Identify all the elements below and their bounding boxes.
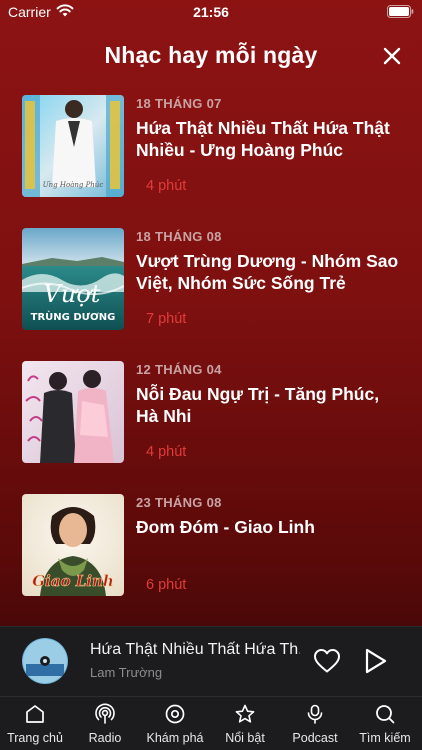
song-item[interactable]: Vượt TRÙNG DƯƠNG 18 THÁNG 08 Vượt Trùng … xyxy=(0,225,422,331)
tab-podcast[interactable]: Podcast xyxy=(280,703,350,749)
tab-label: Radio xyxy=(88,731,122,745)
song-artwork: Vượt TRÙNG DƯƠNG xyxy=(22,228,124,330)
song-duration: 6 phút xyxy=(146,577,187,593)
play-icon[interactable] xyxy=(362,647,388,675)
artwork-subtitle-text: TRÙNG DƯƠNG xyxy=(31,310,116,323)
tab-noi-bat[interactable]: Nổi bật xyxy=(210,703,280,749)
artwork-text: Ưng Hoàng Phúc xyxy=(43,181,104,189)
search-icon xyxy=(376,705,395,724)
podcast-icon xyxy=(307,704,323,724)
song-date: 18 THÁNG 08 xyxy=(136,229,222,244)
tab-kham-pha[interactable]: Khám phá xyxy=(140,703,210,749)
song-artwork: Giao Linh xyxy=(22,494,124,596)
status-time: 21:56 xyxy=(193,4,229,20)
song-date: 18 THÁNG 07 xyxy=(136,96,222,111)
song-date: 23 THÁNG 08 xyxy=(136,495,222,510)
song-title: Hứa Thật Nhiều Thất Hứa Thật Nhiều - Ưng… xyxy=(136,118,390,160)
now-playing-artist: Lam Trường xyxy=(90,665,163,680)
tab-tim-kiem[interactable]: Tìm kiếm xyxy=(350,703,420,749)
compass-icon xyxy=(165,704,185,724)
song-title: Nỗi Đau Ngự Trị - Tăng Phúc, Hà Nhi xyxy=(136,384,380,426)
song-duration: 4 phút xyxy=(146,178,187,194)
song-item[interactable]: Giao Linh 23 THÁNG 08 Đom Đóm - Giao Lin… xyxy=(0,491,422,597)
status-bar: Carrier 21:56 xyxy=(0,0,422,26)
tab-radio[interactable]: Radio xyxy=(70,703,140,749)
heart-icon[interactable] xyxy=(313,648,341,674)
battery-icon xyxy=(387,5,414,18)
home-icon xyxy=(26,705,44,723)
artwork-text: Giao Linh xyxy=(32,572,114,590)
star-icon xyxy=(235,704,255,723)
song-duration: 7 phút xyxy=(146,311,187,327)
close-icon[interactable] xyxy=(380,44,404,68)
page-title: Nhạc hay mỗi ngày xyxy=(104,42,318,68)
tab-label: Tìm kiếm xyxy=(359,731,411,745)
song-artwork xyxy=(22,361,124,463)
tab-label: Podcast xyxy=(292,731,338,745)
screen: Carrier 21:56 Nhạc hay mỗi ngày Ưng Hoàn… xyxy=(0,0,422,750)
tab-bar: Trang chủ Radio Khám phá Nổi bật Podcast… xyxy=(0,696,422,750)
tab-label: Nổi bật xyxy=(225,731,265,745)
song-duration: 4 phút xyxy=(146,444,187,460)
now-playing-title: Hứa Thật Nhiều Thất Hứa Th... xyxy=(90,641,300,658)
artwork-title-text: Vượt xyxy=(44,280,101,308)
song-title: Vượt Trùng Dương - Nhóm Sao Việt, Nhóm S… xyxy=(136,251,399,293)
song-item[interactable]: 12 THÁNG 04 Nỗi Đau Ngự Trị - Tăng Phúc,… xyxy=(0,358,422,464)
tab-trang-chu[interactable]: Trang chủ xyxy=(0,703,70,749)
song-title: Đom Đóm - Giao Linh xyxy=(136,517,315,537)
now-playing-artwork xyxy=(22,638,68,684)
tab-label: Khám phá xyxy=(146,731,204,745)
song-artwork: Ưng Hoàng Phúc xyxy=(22,95,124,197)
song-date: 12 THÁNG 04 xyxy=(136,362,222,377)
radio-icon xyxy=(95,703,115,724)
tab-label: Trang chủ xyxy=(7,731,63,745)
header: Nhạc hay mỗi ngày xyxy=(0,40,422,74)
mini-player[interactable]: Hứa Thật Nhiều Thất Hứa Th... Lam Trường xyxy=(0,626,422,696)
song-item[interactable]: Ưng Hoàng Phúc 18 THÁNG 07 Hứa Thật Nhiề… xyxy=(0,92,422,198)
